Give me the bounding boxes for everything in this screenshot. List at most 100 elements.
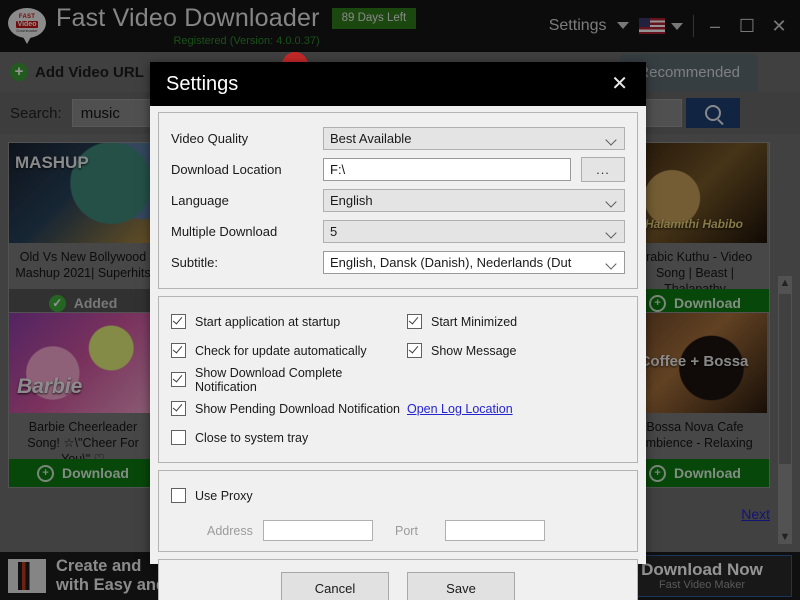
- multiple-download-value: 5: [330, 224, 338, 239]
- search-icon: [704, 105, 721, 121]
- language-value: English: [330, 193, 373, 208]
- proxy-address-label: Address: [207, 523, 253, 538]
- checkbox-start-minimized[interactable]: Start Minimized: [407, 307, 625, 336]
- checkbox-check-for-update[interactable]: Check for update automatically: [171, 336, 407, 365]
- checkbox-icon[interactable]: [407, 314, 422, 329]
- add-video-url-button[interactable]: + Add Video URL: [10, 63, 144, 81]
- cancel-button[interactable]: Cancel: [281, 572, 389, 600]
- card-action-label: Download: [62, 465, 129, 481]
- results-scrollbar[interactable]: ▲ ▼: [778, 276, 792, 544]
- field-row-download-location: Download Location F:\ ...: [171, 154, 625, 185]
- scroll-up-arrow-icon[interactable]: ▲: [778, 276, 792, 290]
- checkbox-download-complete-notification[interactable]: Show Download Complete Notification: [171, 365, 407, 394]
- dialog-close-icon[interactable]: ✕: [611, 74, 628, 94]
- check-circle-icon: ✓: [48, 294, 66, 312]
- close-button[interactable]: ✕: [768, 16, 790, 37]
- fast-video-maker-logo-icon: [8, 559, 46, 593]
- card-action-label: Download: [674, 295, 741, 311]
- plus-icon: +: [10, 63, 28, 81]
- logo-line-2: Video: [15, 20, 39, 28]
- checkbox-label: Close to system tray: [195, 430, 309, 445]
- card-action-label: Added: [73, 295, 118, 311]
- plus-circle-icon: +: [37, 464, 55, 482]
- checkbox-label: Show Download Complete Notification: [195, 365, 343, 394]
- language-select[interactable]: English: [323, 189, 625, 212]
- multiple-download-select[interactable]: 5: [323, 220, 625, 243]
- browse-button[interactable]: ...: [581, 157, 625, 182]
- proxy-settings-group: Use Proxy Address Port: [158, 470, 638, 552]
- proxy-address-input[interactable]: [263, 520, 373, 541]
- subtitle-label: Subtitle:: [171, 255, 218, 270]
- app-title: Fast Video Downloader: [56, 3, 320, 32]
- proxy-port-label: Port: [395, 523, 418, 538]
- checkbox-label: Start Minimized: [431, 314, 518, 329]
- scroll-down-arrow-icon[interactable]: ▼: [778, 530, 792, 544]
- save-button[interactable]: Save: [407, 572, 515, 600]
- minimize-button[interactable]: –: [704, 16, 726, 37]
- dialog-title: Settings: [166, 72, 239, 95]
- dialog-button-bar: Cancel Save: [158, 559, 638, 600]
- proxy-fields-row: Address Port: [171, 520, 625, 541]
- thumbnail-caption: MASHUP: [15, 153, 89, 172]
- settings-menu-button[interactable]: Settings: [549, 17, 629, 35]
- app-logo-icon: FAST Video Downloader: [4, 6, 48, 46]
- logo-line-3: Downloader: [16, 27, 38, 33]
- open-log-location-link[interactable]: Open Log Location: [407, 402, 513, 416]
- chevron-down-icon: [607, 260, 618, 266]
- scrollbar-thumb[interactable]: [779, 294, 791, 464]
- checkbox-start-at-startup[interactable]: Start application at startup: [171, 307, 407, 336]
- subtitle-value: English, Dansk (Danish), Nederlands (Dut: [330, 255, 572, 270]
- video-title: Old Vs New Bollywood Mashup 2021| Superh…: [15, 250, 151, 280]
- checkbox-icon[interactable]: [171, 488, 186, 503]
- next-page-link[interactable]: Next: [741, 506, 770, 522]
- general-settings-group: Video Quality Best Available Download Lo…: [158, 112, 638, 289]
- subtitle-select[interactable]: English, Dansk (Danish), Nederlands (Dut: [323, 251, 625, 274]
- notification-settings-group: Start application at startup Start Minim…: [158, 296, 638, 463]
- checkbox-pending-download-notification[interactable]: Show Pending Download Notification: [171, 394, 407, 423]
- checkbox-close-to-system-tray[interactable]: Close to system tray: [171, 423, 407, 452]
- search-label: Search:: [10, 104, 62, 122]
- checkbox-icon[interactable]: [171, 343, 186, 358]
- chevron-down-icon: [607, 198, 618, 204]
- checkbox-grid: Start application at startup Start Minim…: [171, 307, 625, 452]
- checkbox-icon[interactable]: [171, 372, 186, 387]
- application-window: FAST Video Downloader Fast Video Downloa…: [0, 0, 800, 600]
- download-location-input[interactable]: F:\: [323, 158, 571, 181]
- chevron-down-icon: [617, 22, 629, 30]
- download-location-label: Download Location: [171, 162, 282, 177]
- chevron-down-icon: [607, 229, 618, 235]
- field-row-video-quality: Video Quality Best Available: [171, 123, 625, 154]
- checkbox-label: Show Pending Download Notification: [195, 401, 400, 416]
- video-quality-label: Video Quality: [171, 131, 249, 146]
- checkbox-label: Check for update automatically: [195, 343, 367, 358]
- checkbox-icon[interactable]: [171, 401, 186, 416]
- search-button[interactable]: [685, 98, 740, 128]
- language-flag-button[interactable]: [639, 18, 683, 34]
- thumbnail-caption: Barbie: [17, 375, 83, 398]
- checkbox-icon[interactable]: [171, 314, 186, 329]
- card-action-label: Download: [674, 465, 741, 481]
- settings-menu-label: Settings: [548, 17, 607, 34]
- plus-circle-icon: +: [649, 294, 667, 312]
- checkbox-icon[interactable]: [171, 430, 186, 445]
- card-action-button[interactable]: + Download: [9, 459, 157, 487]
- video-card[interactable]: MASHUP Old Vs New Bollywood Mashup 2021|…: [8, 142, 158, 318]
- checkbox-use-proxy[interactable]: Use Proxy: [171, 481, 625, 510]
- video-card[interactable]: Barbie Barbie Cheerleader Song! ☆\"Cheer…: [8, 312, 158, 488]
- chevron-down-icon: [671, 22, 683, 30]
- add-video-url-label: Add Video URL: [35, 63, 144, 81]
- titlebar-right-controls: Settings – ☐ ✕: [549, 15, 790, 37]
- checkbox-show-message[interactable]: Show Message: [407, 336, 625, 365]
- proxy-port-input[interactable]: [445, 520, 545, 541]
- checkbox-label: Start application at startup: [195, 314, 341, 329]
- maximize-button[interactable]: ☐: [736, 16, 758, 37]
- app-titlebar: FAST Video Downloader Fast Video Downloa…: [0, 0, 800, 52]
- video-quality-select[interactable]: Best Available: [323, 127, 625, 150]
- checkbox-icon[interactable]: [407, 343, 422, 358]
- settings-dialog: Settings ✕ Video Quality Best Available …: [150, 62, 646, 600]
- app-registration-status: Registered (Version: 4.0.0.37): [173, 34, 320, 47]
- logo-line-1: FAST: [18, 13, 36, 20]
- video-quality-value: Best Available: [330, 131, 412, 146]
- language-label: Language: [171, 193, 229, 208]
